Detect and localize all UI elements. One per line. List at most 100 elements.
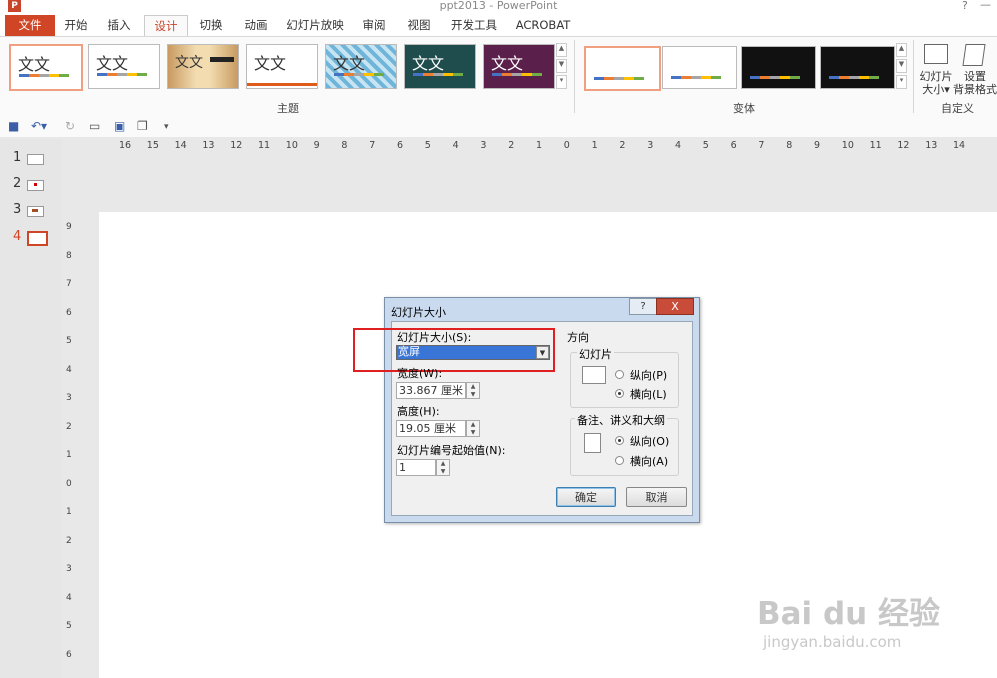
tab-developer[interactable]: 开发工具 — [446, 15, 502, 36]
tab-file[interactable]: 文件 — [5, 15, 55, 36]
tab-animations[interactable]: 动画 — [238, 15, 274, 36]
tab-view[interactable]: 视图 — [401, 15, 437, 36]
slide-thumbnail[interactable] — [27, 206, 44, 217]
ruler-tick-label: 3 — [480, 140, 487, 151]
save-icon[interactable]: ■ — [8, 119, 19, 133]
portrait-label: 纵向(P) — [630, 369, 668, 382]
color-swatches — [19, 74, 69, 77]
theme-sample-text: 文文 — [412, 54, 445, 73]
customize-qat-icon[interactable]: ▾ — [164, 122, 169, 132]
cancel-button[interactable]: 取消 — [626, 487, 687, 507]
color-swatches — [750, 76, 800, 79]
ok-button[interactable]: 确定 — [556, 487, 616, 507]
ruler-tick-label: 14 — [953, 140, 966, 151]
ruler-tick-label: 1 — [66, 507, 72, 517]
variant-3[interactable] — [741, 46, 816, 89]
variant-2[interactable] — [662, 46, 737, 89]
baidu-watermark-url: jingyan.baidu.com — [763, 633, 902, 651]
minimize-button[interactable]: — — [980, 0, 991, 11]
color-swatches — [829, 76, 879, 79]
tab-design[interactable]: 设计 — [144, 15, 188, 37]
ruler-tick-label: 9 — [313, 140, 320, 151]
orientation-label: 方向 — [567, 331, 589, 344]
baidu-watermark: Bai du 经验 — [757, 596, 941, 632]
ruler-tick-label: 5 — [66, 336, 72, 346]
slide-thumbnail-selected[interactable] — [27, 231, 48, 246]
theme-5[interactable]: 文文 — [325, 44, 397, 89]
slide-thumbnail[interactable] — [27, 154, 44, 165]
ruler-tick-label: 1 — [591, 140, 598, 151]
theme-2[interactable]: 文文 — [88, 44, 160, 89]
notes-landscape-radio[interactable] — [615, 456, 624, 465]
theme-7[interactable]: 文文 — [483, 44, 555, 89]
help-button[interactable]: ? — [962, 0, 968, 12]
variants-more-button[interactable]: ▾ — [896, 75, 907, 89]
ruler-tick-label: 6 — [397, 140, 404, 151]
ruler-tick-label: 1 — [66, 450, 72, 460]
ruler-tick-label: 7 — [66, 279, 72, 289]
ruler-tick-label: 10 — [285, 140, 298, 151]
variant-4[interactable] — [820, 46, 895, 89]
landscape-label: 横向(L) — [630, 388, 667, 401]
theme-6[interactable]: 文文 — [404, 44, 476, 89]
theme-office[interactable]: 文文 — [9, 44, 83, 91]
tab-acrobat[interactable]: ACROBAT — [512, 15, 574, 36]
ruler-tick-label: 7 — [758, 140, 765, 151]
slide-thumbnail[interactable] — [27, 180, 44, 191]
ruler-tick-label: 16 — [119, 140, 132, 151]
height-stepper[interactable]: ▲ ▼ — [466, 420, 480, 437]
slide-number: 2 — [13, 176, 22, 191]
tab-transitions[interactable]: 切换 — [193, 15, 229, 36]
ruler-tick-label: 8 — [66, 250, 72, 261]
start-number-field[interactable]: 1 — [396, 459, 436, 476]
theme-4[interactable]: 文文 — [246, 44, 318, 89]
format-background-button[interactable]: 设置 背景格式 — [953, 42, 997, 96]
ruler-tick-label: 5 — [702, 140, 709, 151]
portrait-radio[interactable] — [615, 370, 624, 379]
height-field[interactable]: 19.05 厘米 — [396, 420, 466, 437]
notes-landscape-label: 横向(A) — [630, 455, 669, 468]
tab-review[interactable]: 审阅 — [356, 15, 392, 36]
variants-group-label: 变体 — [733, 102, 755, 115]
redo-icon[interactable]: ↻ — [65, 119, 75, 133]
start-slideshow-icon[interactable]: ▭ — [89, 119, 100, 133]
ruler-tick-label: 4 — [66, 364, 72, 375]
save-as-icon[interactable]: ▣ — [114, 119, 125, 133]
tab-insert[interactable]: 插入 — [101, 15, 137, 36]
theme-sample-text: 文文 — [254, 54, 287, 73]
start-number-stepper[interactable]: ▲ ▼ — [436, 459, 450, 476]
ruler-tick-label: 4 — [452, 140, 459, 151]
themes-scroll-up[interactable]: ▲ — [556, 43, 567, 57]
height-label: 高度(H): — [397, 405, 440, 418]
ruler-tick-label: 9 — [814, 140, 821, 151]
variants-scroll-down[interactable]: ▼ — [896, 59, 907, 73]
themes-scroll-down[interactable]: ▼ — [556, 59, 567, 73]
theme-3[interactable]: 文文 — [167, 44, 239, 89]
themes-more-button[interactable]: ▾ — [556, 75, 567, 89]
variants-scroll-up[interactable]: ▲ — [896, 43, 907, 57]
color-swatches — [492, 73, 542, 76]
dialog-close-button[interactable]: X — [656, 298, 694, 315]
variant-1[interactable] — [584, 46, 661, 91]
color-swatches — [334, 73, 384, 76]
ruler-tick-label: 14 — [174, 140, 187, 151]
undo-icon[interactable]: ↶▾ — [31, 119, 47, 133]
notes-portrait-radio[interactable] — [615, 436, 624, 445]
landscape-radio[interactable] — [615, 389, 624, 398]
dialog-help-button[interactable]: ? — [629, 298, 657, 315]
start-number-label: 幻灯片编号起始值(N): — [397, 444, 506, 457]
tab-slideshow[interactable]: 幻灯片放映 — [283, 15, 347, 36]
ruler-tick-label: 3 — [66, 393, 72, 403]
ruler-tick-label: 8 — [786, 140, 793, 151]
copy-icon[interactable]: ❐ — [137, 119, 148, 133]
ruler-tick-label: 11 — [258, 140, 271, 151]
tab-home[interactable]: 开始 — [58, 15, 94, 36]
width-field[interactable]: 33.867 厘米 — [396, 382, 466, 399]
width-stepper[interactable]: ▲ ▼ — [466, 382, 480, 399]
slide-number: 1 — [13, 150, 22, 165]
slide-size-button[interactable]: 幻灯片 大小▾ — [920, 42, 953, 96]
notes-portrait-label: 纵向(O) — [630, 435, 670, 448]
annotation-highlight-box — [353, 328, 555, 372]
landscape-page-icon — [582, 366, 606, 384]
ruler-tick-label: 6 — [730, 140, 737, 151]
